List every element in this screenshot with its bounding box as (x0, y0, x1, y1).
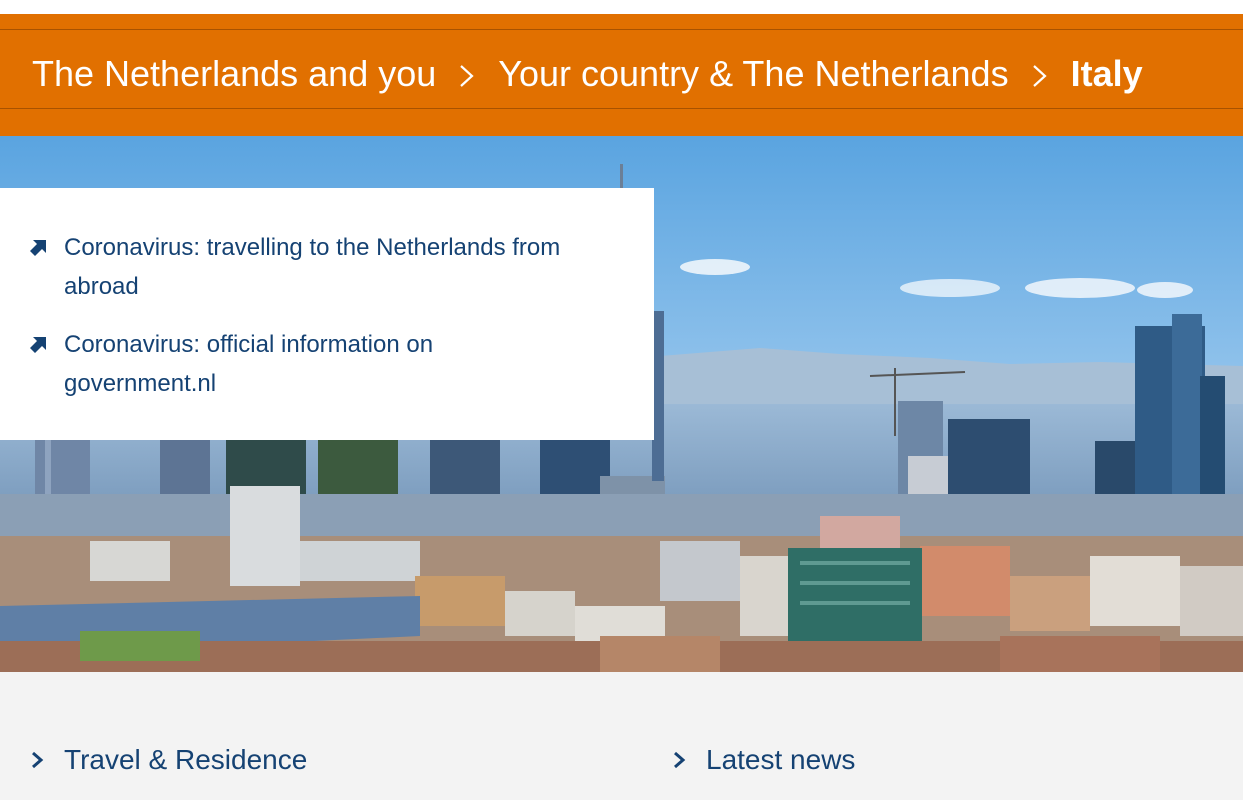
breadcrumb: The Netherlands and you Your country & T… (32, 50, 1143, 98)
chevron-right-icon (32, 751, 44, 769)
external-arrow-icon (30, 240, 46, 256)
breadcrumb-item-netherlands-and-you[interactable]: The Netherlands and you (32, 53, 436, 95)
notice-link-label: Coronavirus: official information on gov… (64, 331, 434, 397)
breadcrumb-separator-icon (1027, 59, 1053, 89)
link-latest-news[interactable]: Latest news (672, 744, 855, 776)
external-arrow-icon (30, 337, 46, 353)
coronavirus-notice-box: Coronavirus: travelling to the Netherlan… (0, 188, 654, 440)
breadcrumb-rule-top (0, 29, 1243, 30)
breadcrumb-bar: The Netherlands and you Your country & T… (0, 14, 1243, 136)
chevron-right-icon (674, 751, 686, 769)
link-travel-residence[interactable]: Travel & Residence (30, 744, 307, 776)
link-coronavirus-travelling[interactable]: Coronavirus: travelling to the Netherlan… (28, 228, 588, 306)
top-strip (0, 0, 1243, 14)
notice-link-label: Coronavirus: travelling to the Netherlan… (64, 234, 561, 300)
section-links: Travel & Residence Latest news (0, 672, 1243, 800)
breadcrumb-separator-icon (454, 59, 480, 89)
breadcrumb-item-your-country[interactable]: Your country & The Netherlands (498, 53, 1008, 95)
breadcrumb-current-page: Italy (1070, 53, 1143, 94)
link-coronavirus-official-info[interactable]: Coronavirus: official information on gov… (28, 325, 588, 403)
section-link-label: Latest news (706, 744, 856, 775)
section-link-label: Travel & Residence (64, 744, 308, 775)
breadcrumb-rule-bottom (0, 108, 1243, 109)
